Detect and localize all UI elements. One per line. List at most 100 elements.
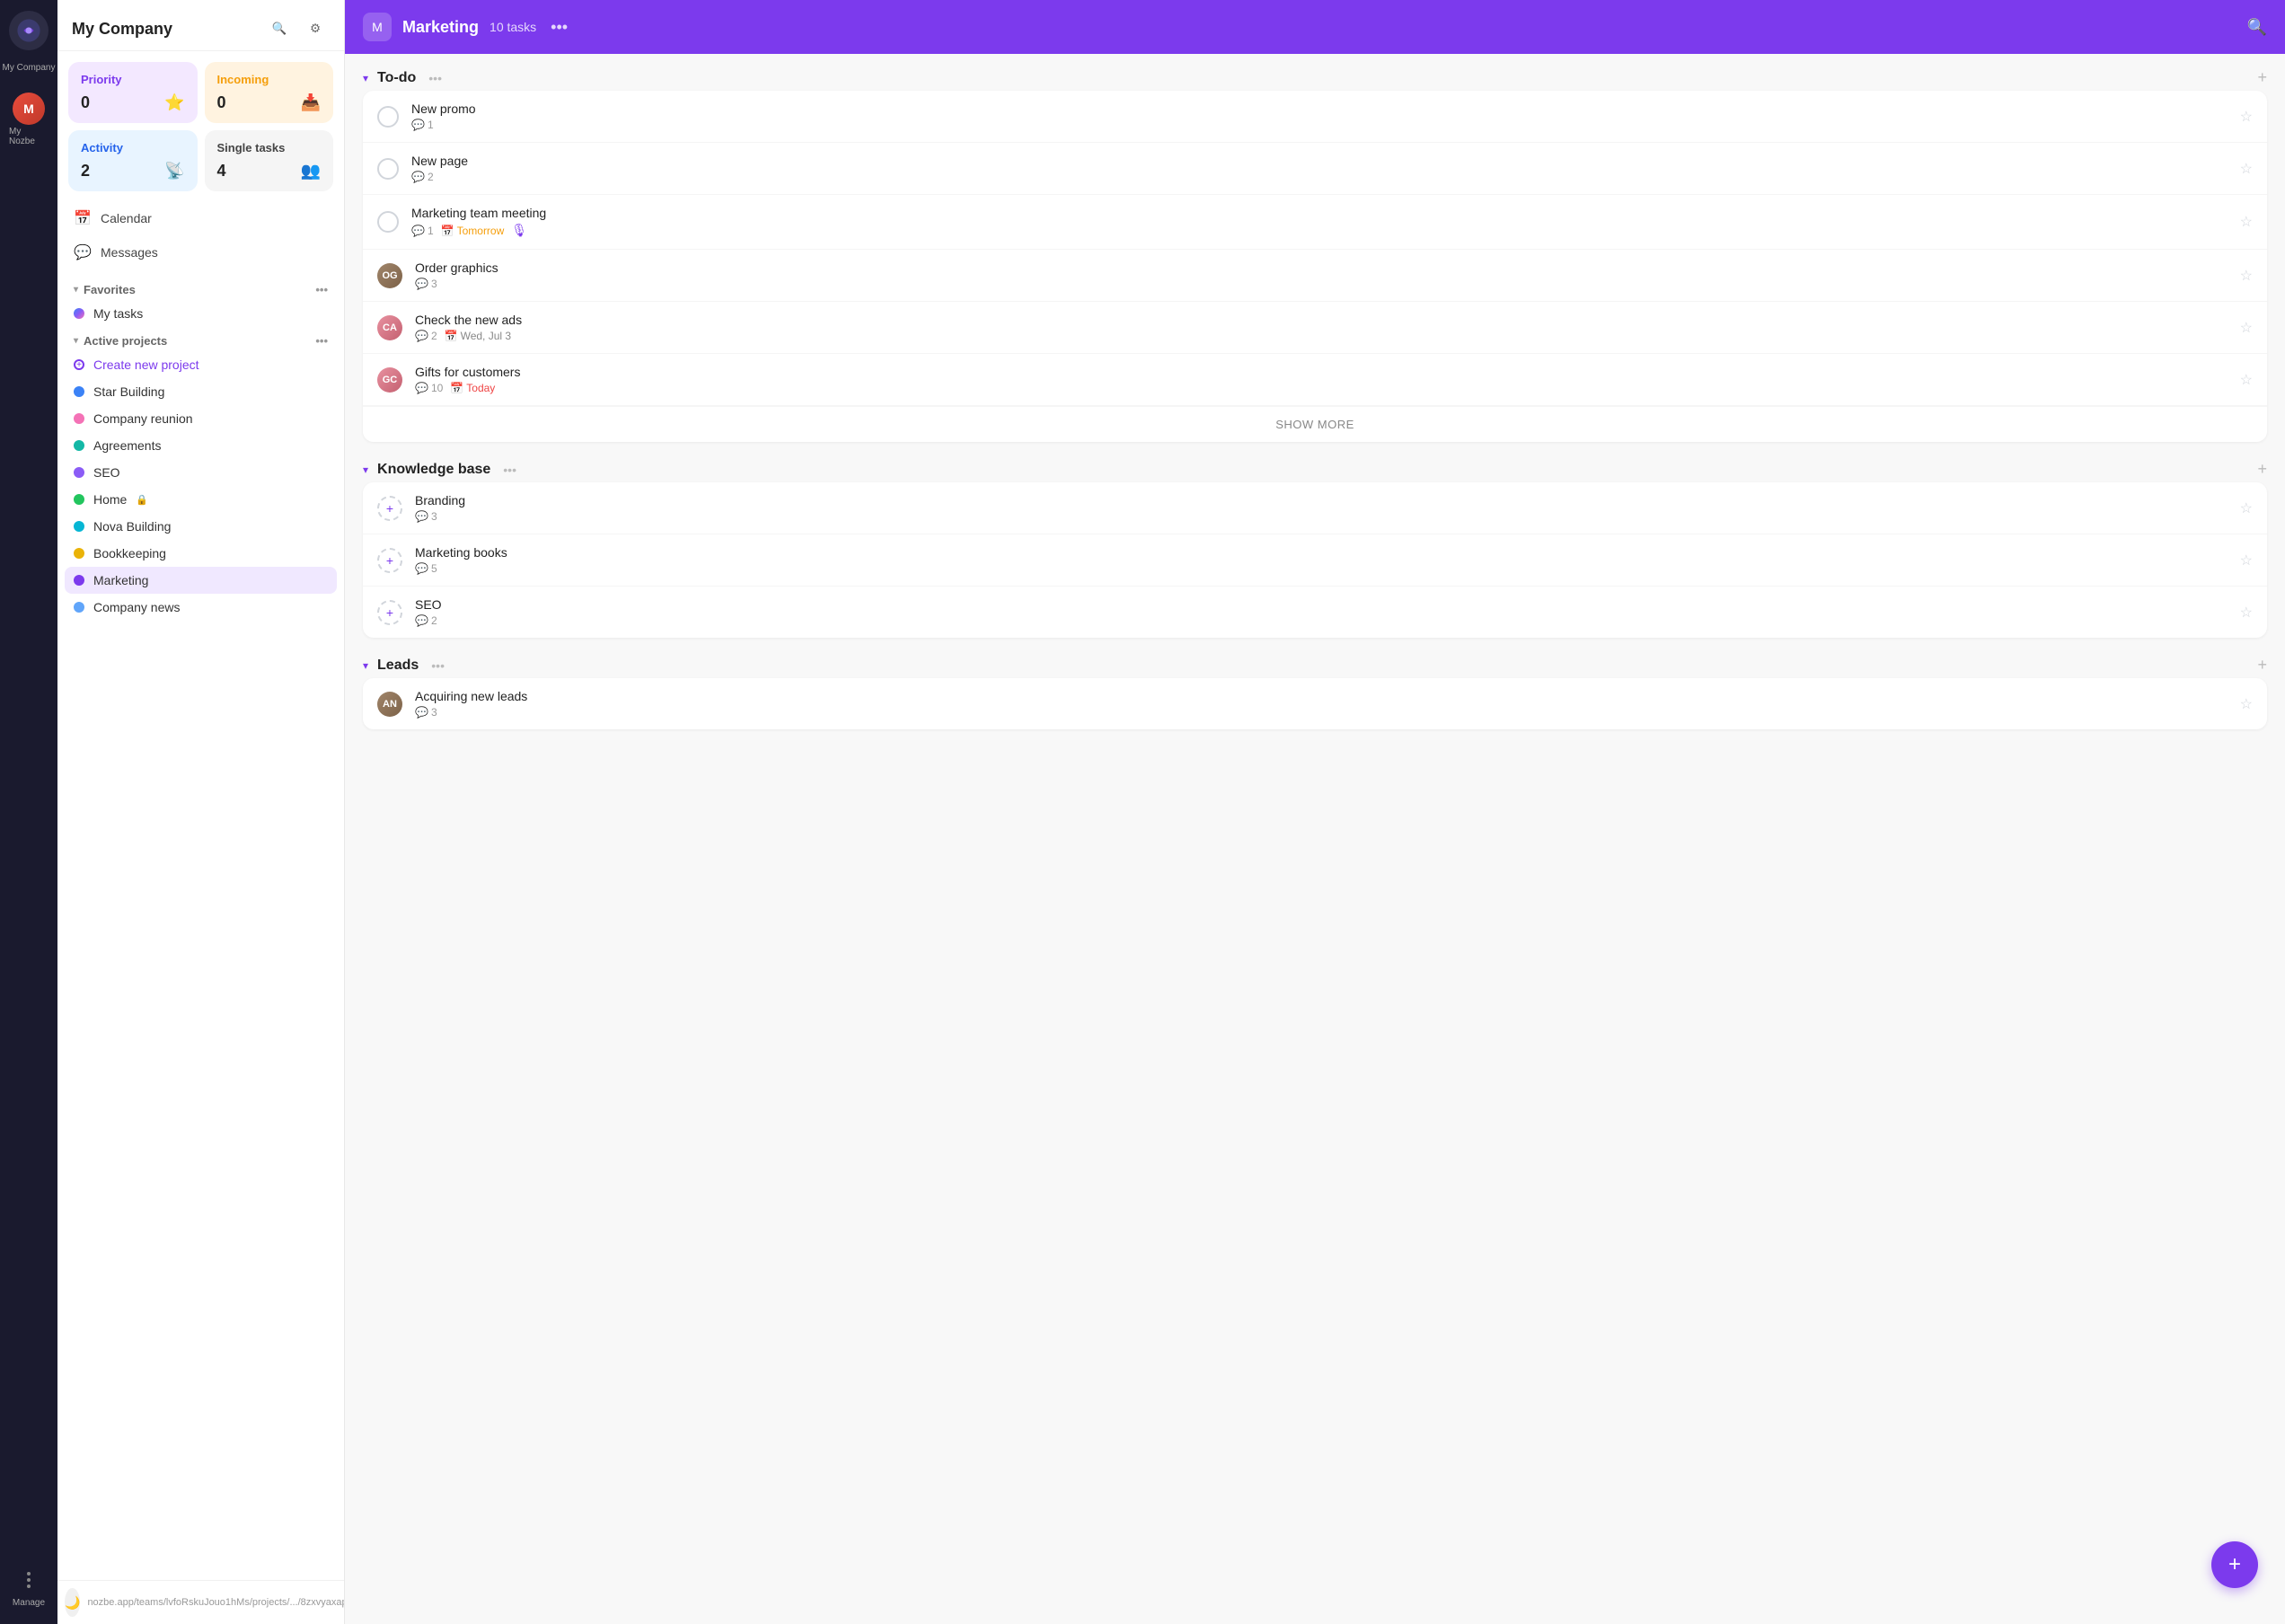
rail-my-nozbe[interactable]: M My Nozbe	[4, 87, 54, 152]
header-logo: M	[363, 13, 392, 41]
knowledge-base-add-button[interactable]: +	[2257, 460, 2267, 479]
priority-card[interactable]: Priority 0 ⭐	[68, 62, 198, 123]
task-avatar-acquiring-new-leads: AN	[377, 692, 402, 717]
task-meta-order-graphics: 💬 3	[415, 278, 2228, 290]
task-star-marketing-books[interactable]: ☆	[2240, 552, 2253, 569]
active-projects-chevron[interactable]: ▾	[74, 336, 78, 346]
task-star-gifts-for-customers[interactable]: ☆	[2240, 371, 2253, 389]
app-company-label: My Company	[3, 63, 56, 73]
task-item-order-graphics[interactable]: OG Order graphics 💬 3 ☆	[363, 250, 2267, 302]
task-star-new-promo[interactable]: ☆	[2240, 108, 2253, 126]
rail-manage[interactable]: Manage	[4, 1558, 54, 1613]
comment-icon-acquiring-new-leads: 💬	[415, 706, 428, 719]
task-item-gifts-for-customers[interactable]: GC Gifts for customers 💬 10 📅 Today	[363, 354, 2267, 406]
header-search-button[interactable]: 🔍	[2247, 18, 2267, 37]
task-checkbox-meeting[interactable]	[377, 211, 399, 233]
task-item-branding[interactable]: + Branding 💬 3 ☆	[363, 482, 2267, 534]
task-comment-count-seo-kb: 💬 2	[415, 614, 437, 627]
header-more-button[interactable]: •••	[551, 18, 568, 37]
agreements-dot	[74, 440, 84, 451]
task-item-marketing-team-meeting[interactable]: Marketing team meeting 💬 1 📅 Tomorrow 🎙	[363, 195, 2267, 250]
company-reunion-dot	[74, 413, 84, 424]
task-avatar-marketing-books: +	[377, 548, 402, 573]
manage-button[interactable]	[13, 1564, 45, 1596]
sidebar-item-messages[interactable]: 💬 Messages	[65, 236, 337, 269]
calendar-icon-meeting: 📅	[441, 225, 454, 237]
manage-label: Manage	[13, 1598, 45, 1608]
sidebar-item-nova-building[interactable]: Nova Building	[65, 513, 337, 540]
sidebar-item-marketing[interactable]: Marketing	[65, 567, 337, 594]
task-comment-count-new-page: 💬 2	[411, 171, 434, 183]
single-tasks-card[interactable]: Single tasks 4 👥	[205, 130, 334, 191]
task-checkbox-new-page[interactable]	[377, 158, 399, 180]
knowledge-base-chevron[interactable]: ▾	[363, 463, 368, 476]
sidebar-item-company-reunion[interactable]: Company reunion	[65, 405, 337, 432]
sidebar-item-my-tasks[interactable]: My tasks	[65, 300, 337, 327]
comment-icon-check-new-ads: 💬	[415, 330, 428, 342]
favorites-more-button[interactable]: •••	[315, 283, 328, 296]
task-star-new-page[interactable]: ☆	[2240, 160, 2253, 178]
task-item-seo-kb[interactable]: + SEO 💬 2 ☆	[363, 587, 2267, 638]
task-checkbox-new-promo[interactable]	[377, 106, 399, 128]
task-name-marketing-books: Marketing books	[415, 545, 2228, 560]
create-project-button[interactable]: + Create new project	[65, 351, 337, 378]
to-do-add-button[interactable]: +	[2257, 68, 2267, 87]
favorites-chevron[interactable]: ▾	[74, 285, 78, 295]
task-star-meeting[interactable]: ☆	[2240, 213, 2253, 231]
task-star-seo-kb[interactable]: ☆	[2240, 604, 2253, 622]
sidebar-item-company-news[interactable]: Company news	[65, 594, 337, 621]
my-tasks-dot	[74, 308, 84, 319]
to-do-options-button[interactable]: •••	[428, 71, 442, 85]
to-do-chevron[interactable]: ▾	[363, 72, 368, 84]
active-projects-more-button[interactable]: •••	[315, 334, 328, 348]
task-item-acquiring-new-leads[interactable]: AN Acquiring new leads 💬 3 ☆	[363, 678, 2267, 729]
url-bar: nozbe.app/teams/lvfoRskuJouo1hMs/project…	[80, 1593, 345, 1611]
task-body-marketing-books: Marketing books 💬 5	[415, 545, 2228, 575]
sidebar-item-calendar[interactable]: 📅 Calendar	[65, 202, 337, 234]
sidebar-item-agreements[interactable]: Agreements	[65, 432, 337, 459]
show-more-button[interactable]: SHOW MORE	[363, 406, 2267, 442]
task-comment-count-order-graphics: 💬 3	[415, 278, 437, 290]
app-logo[interactable]	[9, 11, 49, 50]
company-news-dot	[74, 602, 84, 613]
sidebar-settings-button[interactable]: ⚙	[301, 14, 330, 43]
task-star-branding[interactable]: ☆	[2240, 499, 2253, 517]
task-item-marketing-books[interactable]: + Marketing books 💬 5 ☆	[363, 534, 2267, 587]
task-meta-new-promo: 💬 1	[411, 119, 2228, 131]
activity-value: 2	[81, 162, 90, 181]
sidebar-search-button[interactable]: 🔍	[265, 14, 294, 43]
leads-options-button[interactable]: •••	[431, 658, 445, 673]
task-item-new-promo[interactable]: New promo 💬 1 ☆	[363, 91, 2267, 143]
rail-avatar: M	[13, 93, 45, 125]
knowledge-base-options-button[interactable]: •••	[503, 463, 516, 477]
task-item-check-new-ads[interactable]: CA Check the new ads 💬 2 📅 Wed, Jul 3	[363, 302, 2267, 354]
task-name-acquiring-new-leads: Acquiring new leads	[415, 689, 2228, 703]
knowledge-base-label: Knowledge base	[377, 462, 490, 478]
task-avatar-gifts-for-customers: GC	[377, 367, 402, 393]
leads-add-button[interactable]: +	[2257, 656, 2267, 675]
header-title: Marketing	[402, 18, 479, 37]
star-building-label: Star Building	[93, 384, 164, 399]
priority-value: 0	[81, 93, 90, 112]
task-name-check-new-ads: Check the new ads	[415, 313, 2228, 327]
task-star-order-graphics[interactable]: ☆	[2240, 267, 2253, 285]
bookkeeping-dot	[74, 548, 84, 559]
sidebar-actions: 🔍 ⚙	[265, 14, 330, 43]
sidebar-item-home[interactable]: Home 🔒	[65, 486, 337, 513]
task-star-acquiring-new-leads[interactable]: ☆	[2240, 695, 2253, 713]
sidebar-header: My Company 🔍 ⚙	[57, 0, 344, 51]
sidebar-item-star-building[interactable]: Star Building	[65, 378, 337, 405]
task-date-text-meeting: Tomorrow	[457, 225, 505, 237]
fab-button[interactable]: +	[2211, 1541, 2258, 1588]
incoming-value: 0	[217, 93, 226, 112]
task-star-check-new-ads[interactable]: ☆	[2240, 319, 2253, 337]
sidebar-footer-icon[interactable]: 🌙	[65, 1588, 80, 1617]
knowledge-base-task-list: + Branding 💬 3 ☆ +	[363, 482, 2267, 638]
sidebar-item-seo[interactable]: SEO	[65, 459, 337, 486]
sidebar-footer: 🌙 nozbe.app/teams/lvfoRskuJouo1hMs/proje…	[57, 1580, 344, 1624]
incoming-card[interactable]: Incoming 0 📥	[205, 62, 334, 123]
task-item-new-page[interactable]: New page 💬 2 ☆	[363, 143, 2267, 195]
sidebar-item-bookkeeping[interactable]: Bookkeeping	[65, 540, 337, 567]
leads-chevron[interactable]: ▾	[363, 659, 368, 672]
activity-card[interactable]: Activity 2 📡	[68, 130, 198, 191]
